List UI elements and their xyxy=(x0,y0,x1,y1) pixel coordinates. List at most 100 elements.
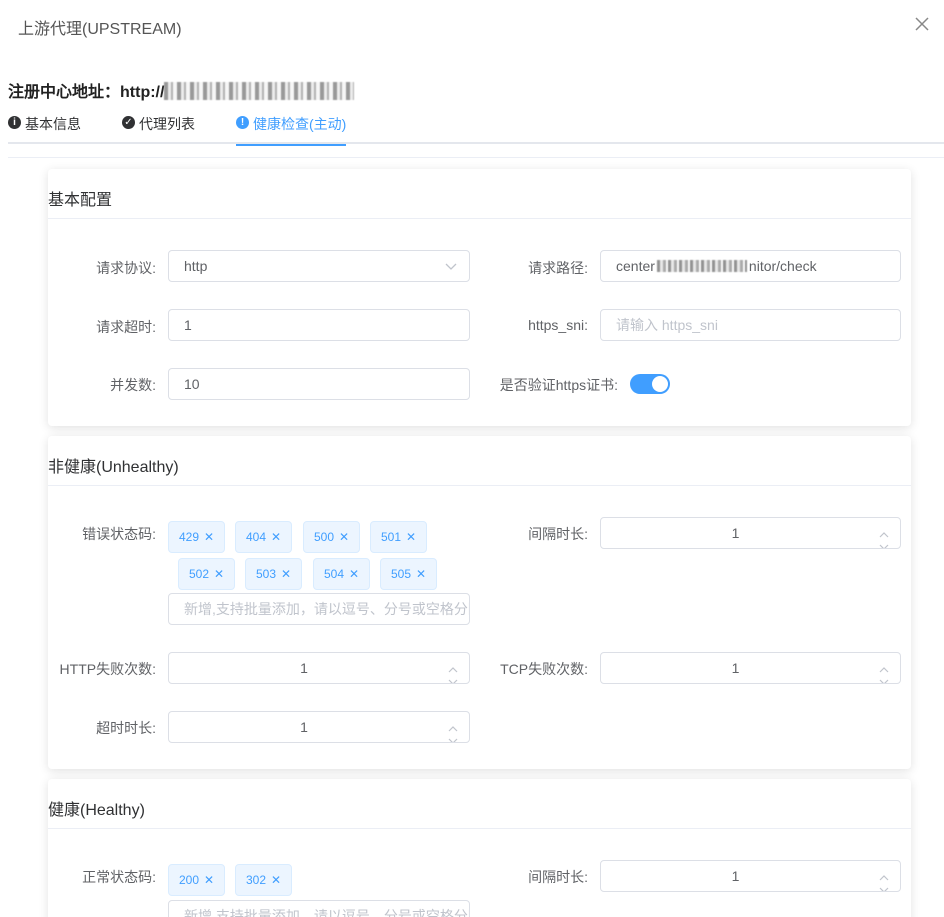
timeout-duration-value: 1 xyxy=(300,719,308,735)
verify-https-label: 是否验证https证书: xyxy=(499,377,618,393)
stepper-up-button[interactable] xyxy=(878,656,890,673)
stepper-down-button[interactable] xyxy=(878,533,890,548)
path-label: 请求路径: xyxy=(528,260,588,276)
number-stepper xyxy=(878,864,890,891)
status-code-tag: 429 ✕ xyxy=(168,521,226,553)
dialog-title: 上游代理(UPSTREAM) xyxy=(18,21,182,38)
status-code-tag: 504 ✕ xyxy=(313,558,371,590)
number-stepper xyxy=(447,656,459,683)
stepper-down-button[interactable] xyxy=(878,876,890,891)
chevron-down-icon xyxy=(879,887,889,891)
tab-label: 健康检查(主动) xyxy=(253,116,347,132)
close-icon[interactable]: ✕ xyxy=(271,865,281,895)
stepper-up-button[interactable] xyxy=(447,656,459,673)
interval-label: 间隔时长: xyxy=(528,526,588,542)
stepper-up-button[interactable] xyxy=(447,715,459,732)
timeout-duration-input[interactable]: 1 xyxy=(168,711,470,743)
stepper-down-button[interactable] xyxy=(447,668,459,683)
timeout-label: 请求超时: xyxy=(96,319,156,335)
healthy-interval-label: 间隔时长: xyxy=(528,869,588,885)
status-code-tag: 505 ✕ xyxy=(380,558,438,590)
close-icon[interactable]: ✕ xyxy=(204,522,214,552)
interval-value: 1 xyxy=(731,525,740,541)
healthy-interval-value: 1 xyxy=(731,868,740,884)
info-circle-icon: i xyxy=(8,116,21,129)
tab-basic-info[interactable]: i 基本信息 xyxy=(8,114,81,144)
status-code-tag: 503 ✕ xyxy=(245,558,303,590)
chevron-down-icon xyxy=(448,679,458,683)
divider xyxy=(8,157,944,158)
protocol-label: 请求协议: xyxy=(96,260,156,276)
close-icon[interactable]: ✕ xyxy=(281,559,291,589)
stepper-up-button[interactable] xyxy=(878,864,890,881)
close-icon[interactable]: ✕ xyxy=(406,522,416,552)
close-icon[interactable]: ✕ xyxy=(339,522,349,552)
basic-config-card: 基本配置 请求协议: http 请求路径: center nitor/check … xyxy=(48,169,911,426)
check-circle-icon: ✓ xyxy=(122,116,135,129)
http-fail-label: HTTP失败次数: xyxy=(59,661,156,677)
stepper-down-button[interactable] xyxy=(878,668,890,683)
chevron-down-icon xyxy=(879,544,889,548)
protocol-select[interactable]: http xyxy=(168,250,470,282)
path-input[interactable]: center nitor/check xyxy=(600,250,901,282)
normal-codes-label: 正常状态码: xyxy=(82,869,156,885)
toggle-knob xyxy=(652,376,668,392)
close-icon[interactable]: ✕ xyxy=(214,559,224,589)
registry-label: 注册中心地址： xyxy=(8,84,121,101)
dialog-header: 上游代理(UPSTREAM) xyxy=(0,0,944,50)
concurrency-label: 并发数: xyxy=(110,377,156,393)
number-stepper xyxy=(878,521,890,548)
status-code-tag: 302 ✕ xyxy=(235,864,293,896)
status-code-tag: 200 ✕ xyxy=(168,864,226,896)
exclamation-circle-icon: ! xyxy=(236,116,249,129)
close-icon xyxy=(915,17,929,31)
path-value-end: nitor/check xyxy=(748,258,817,274)
tcp-fail-value: 1 xyxy=(731,660,740,676)
normal-codes-input[interactable]: 新增,支持批量添加，请以逗号、分号或空格分隔 xyxy=(168,900,470,917)
healthy-card: 健康(Healthy) 正常状态码: 200 ✕ 302 ✕ 新增,支持批量添加，请… xyxy=(48,779,911,917)
tcp-fail-input[interactable]: 1 xyxy=(600,652,901,684)
verify-https-toggle[interactable] xyxy=(630,374,670,394)
error-codes-input[interactable]: 新增,支持批量添加，请以逗号、分号或空格分隔 xyxy=(168,593,470,625)
status-code-tag: 404 ✕ xyxy=(235,521,293,553)
sni-label: https_sni: xyxy=(528,317,588,333)
card-title: 健康(Healthy) xyxy=(48,779,911,829)
timeout-input[interactable]: 1 xyxy=(168,309,470,341)
chevron-down-icon xyxy=(879,679,889,683)
close-icon[interactable]: ✕ xyxy=(271,522,281,552)
close-icon[interactable]: ✕ xyxy=(349,559,359,589)
path-value-start: center xyxy=(616,258,655,274)
http-fail-input[interactable]: 1 xyxy=(168,652,470,684)
stepper-up-button[interactable] xyxy=(878,521,890,538)
stepper-down-button[interactable] xyxy=(447,727,459,742)
registry-url-redacted xyxy=(164,82,355,100)
registry-address: 注册中心地址：http:// xyxy=(8,78,355,102)
protocol-value: http xyxy=(184,258,208,274)
status-code-tag: 502 ✕ xyxy=(178,558,236,590)
number-stepper xyxy=(447,715,459,742)
tcp-fail-label: TCP失败次数: xyxy=(500,661,588,677)
tab-bar: i 基本信息 ✓ 代理列表 ! 健康检查(主动) xyxy=(8,110,944,146)
chevron-down-icon xyxy=(448,738,458,742)
registry-url: http:// xyxy=(120,84,165,101)
chevron-down-icon xyxy=(445,263,457,270)
tab-label: 基本信息 xyxy=(25,116,81,132)
unhealthy-card: 非健康(Unhealthy) 错误状态码: 429 ✕ 404 ✕ 500 ✕ 501… xyxy=(48,436,911,769)
sni-input[interactable]: 请输入 https_sni xyxy=(600,309,901,341)
status-code-tag: 501 ✕ xyxy=(370,521,428,553)
number-stepper xyxy=(878,656,890,683)
tab-proxy-list[interactable]: ✓ 代理列表 xyxy=(122,114,195,144)
tab-health-check[interactable]: ! 健康检查(主动) xyxy=(236,114,347,146)
status-code-tag: 500 ✕ xyxy=(303,521,361,553)
card-title: 基本配置 xyxy=(48,169,911,219)
concurrency-input[interactable]: 10 xyxy=(168,368,470,400)
tab-label: 代理列表 xyxy=(139,116,195,132)
card-title: 非健康(Unhealthy) xyxy=(48,436,911,486)
close-icon[interactable]: ✕ xyxy=(204,865,214,895)
healthy-interval-input[interactable]: 1 xyxy=(600,860,901,892)
close-button[interactable] xyxy=(912,14,932,34)
close-icon[interactable]: ✕ xyxy=(416,559,426,589)
interval-input[interactable]: 1 xyxy=(600,517,901,549)
http-fail-value: 1 xyxy=(300,660,308,676)
path-redacted xyxy=(656,260,747,272)
